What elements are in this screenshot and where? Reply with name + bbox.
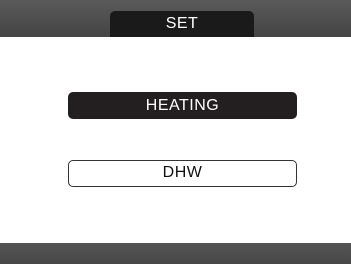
header-bar: SET — [0, 0, 351, 37]
screen-title: SET — [110, 11, 254, 37]
heating-menu-button[interactable]: HEATING — [68, 92, 297, 119]
dhw-menu-button[interactable]: DHW — [68, 160, 297, 187]
display-screen: SET HEATING DHW — [0, 0, 351, 264]
footer-bar — [0, 243, 351, 264]
